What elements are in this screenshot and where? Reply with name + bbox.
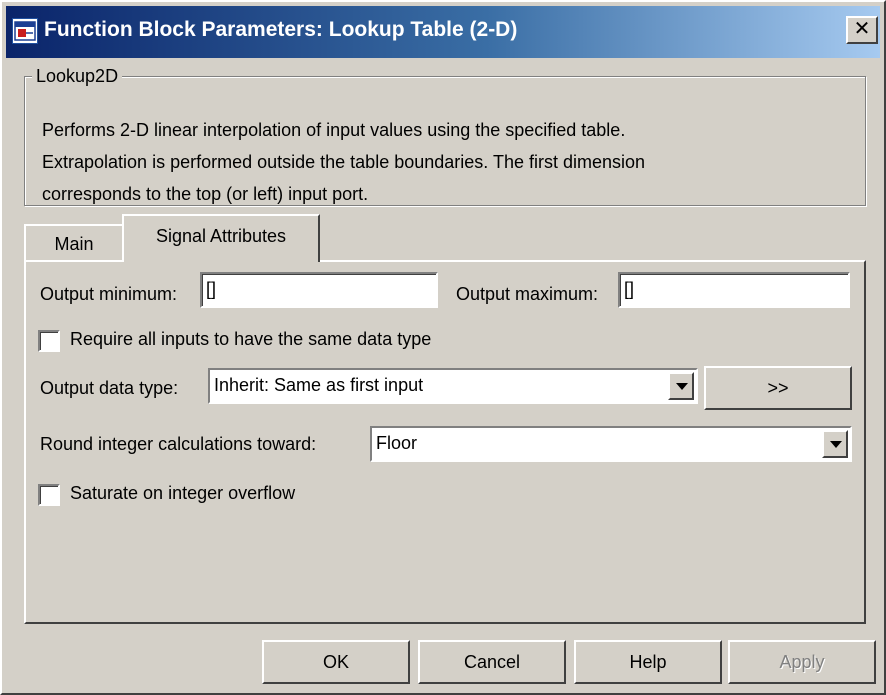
output-data-type-value: Inherit: Same as first input (208, 368, 698, 404)
title-bar[interactable]: Function Block Parameters: Lookup Table … (6, 6, 880, 58)
output-maximum-label: Output maximum: (456, 284, 599, 304)
tab-main[interactable]: Main (24, 224, 124, 262)
chevron-down-icon[interactable] (668, 372, 694, 400)
dialog-window: Function Block Parameters: Lookup Table … (0, 0, 886, 695)
output-data-type-label: Output data type: (40, 378, 179, 398)
description-line: Extrapolation is performed outside the t… (42, 152, 646, 172)
saturate-checkbox[interactable] (38, 484, 60, 506)
tab-signal-attributes[interactable]: Signal Attributes (122, 214, 320, 262)
saturate-label: Saturate on integer overflow (70, 483, 296, 503)
description-line: Performs 2-D linear interpolation of inp… (42, 120, 626, 140)
apply-button[interactable]: Apply (728, 640, 876, 684)
round-integer-value: Floor (370, 426, 852, 462)
help-button[interactable]: Help (574, 640, 722, 684)
output-data-type-select[interactable]: Inherit: Same as first input (208, 368, 698, 404)
round-integer-select[interactable]: Floor (370, 426, 852, 462)
output-minimum-field[interactable]: [] (200, 272, 438, 308)
require-same-type-checkbox[interactable] (38, 330, 60, 352)
block-description: Performs 2-D linear interpolation of inp… (42, 114, 862, 210)
close-icon[interactable]: ✕ (846, 16, 878, 44)
chevron-down-icon[interactable] (822, 430, 848, 458)
require-same-type-label: Require all inputs to have the same data… (70, 329, 432, 349)
output-minimum-label: Output minimum: (40, 284, 178, 304)
window-title: Function Block Parameters: Lookup Table … (44, 18, 518, 41)
description-line: corresponds to the top (or left) input p… (42, 184, 369, 204)
output-maximum-field[interactable]: [] (618, 272, 850, 308)
cancel-button[interactable]: Cancel (418, 640, 566, 684)
round-integer-label: Round integer calculations toward: (40, 434, 317, 454)
ok-button[interactable]: OK (262, 640, 410, 684)
simulink-block-icon (12, 18, 38, 44)
group-legend: Lookup2D (32, 66, 123, 87)
data-type-assistant-button[interactable]: >> (704, 366, 852, 410)
